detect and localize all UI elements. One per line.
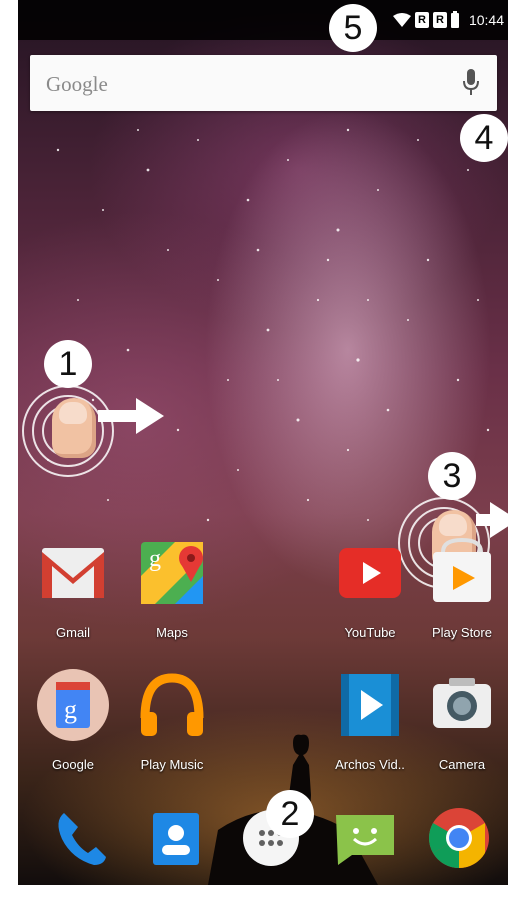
app-play-store[interactable]: Play Store [414, 536, 508, 640]
app-label: YouTube [344, 625, 396, 640]
app-maps[interactable]: g Maps [124, 536, 220, 640]
app-label: Play Store [432, 625, 492, 640]
home-screen: R R 10:44 Google Gmail g Maps YouTube Pl… [18, 0, 508, 885]
google-search-bar[interactable]: Google [30, 55, 497, 111]
app-google-folder[interactable]: g Google [25, 668, 121, 772]
chrome-icon[interactable] [426, 805, 492, 871]
app-label: Play Music [140, 757, 204, 772]
callout-1: 1 [44, 340, 92, 388]
svg-text:g: g [149, 546, 161, 572]
callout-2: 2 [266, 790, 314, 838]
archos-video-icon [341, 674, 399, 736]
messaging-icon[interactable] [332, 805, 398, 871]
app-youtube[interactable]: YouTube [322, 536, 418, 640]
callout-3: 3 [428, 452, 476, 500]
camera-icon [433, 678, 491, 728]
gmail-icon [42, 548, 104, 598]
play-store-icon [433, 537, 491, 602]
app-label: Google [52, 757, 94, 772]
app-label: Maps [156, 625, 188, 640]
search-label: Google [46, 72, 108, 96]
app-play-music[interactable]: Play Music [124, 668, 220, 772]
battery-icon [450, 10, 459, 28]
status-icons: R R 10:44 [392, 10, 504, 28]
phone-icon[interactable] [48, 805, 114, 871]
app-gmail[interactable]: Gmail [25, 536, 121, 640]
app-camera[interactable]: Camera [414, 668, 508, 772]
app-label: Archos Vid.. [335, 757, 405, 772]
callout-5: 5 [329, 4, 377, 52]
play-music-icon [140, 673, 204, 736]
mic-icon[interactable] [463, 69, 479, 97]
sim1-icon: R [414, 12, 429, 28]
contacts-icon[interactable] [143, 805, 209, 871]
callout-4: 4 [460, 114, 508, 162]
svg-text:g: g [64, 695, 77, 724]
app-label: Camera [438, 757, 486, 772]
wifi-icon [392, 13, 411, 27]
google-folder-icon: g [37, 669, 109, 741]
maps-icon: g [141, 542, 203, 604]
status-bar: R R 10:44 [18, 0, 508, 40]
youtube-icon [339, 548, 401, 598]
app-label: Gmail [56, 625, 90, 640]
status-time: 10:44 [468, 12, 504, 28]
sim2-icon: R [432, 12, 447, 28]
app-archos-video[interactable]: Archos Vid.. [322, 668, 418, 772]
